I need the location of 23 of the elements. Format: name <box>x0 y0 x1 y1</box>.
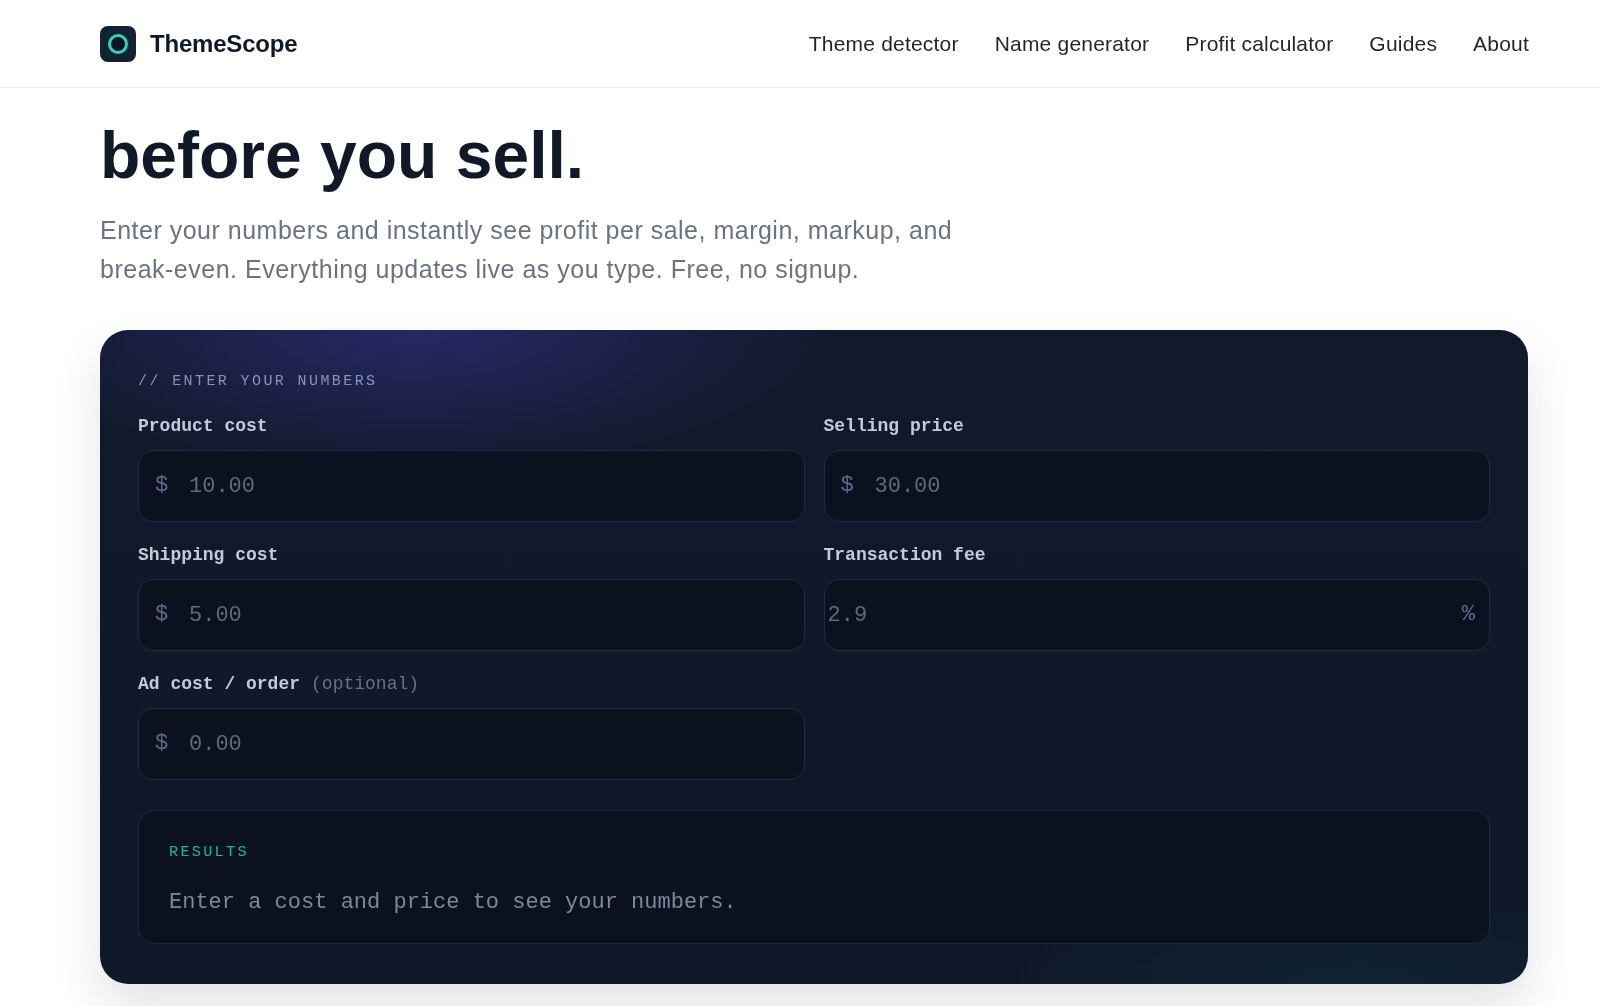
nav-link[interactable]: About <box>1473 31 1529 56</box>
percent-symbol: % <box>1461 602 1475 628</box>
subtitle-text: Enter your numbers and instantly see profit per sale, margin, markup, and break-even. Everything updates live as you type. Free, no signup. <box>100 215 954 285</box>
currency-symbol: $ <box>155 731 169 757</box>
headline-text: before you sell. <box>100 118 585 193</box>
nav-link[interactable]: Guides <box>1369 31 1438 56</box>
currency-symbol: $ <box>155 602 169 628</box>
results-message: Enter a cost and price to see your numbers. <box>169 889 737 917</box>
optional-note: (optional) <box>311 673 420 695</box>
nav-link[interactable]: Theme detector <box>808 31 959 56</box>
results-heading: RESULTS <box>169 843 249 863</box>
brand-name: ThemeScope <box>150 29 298 58</box>
field-label: Shipping cost <box>138 544 279 566</box>
nav-link[interactable]: Profit calculator <box>1185 31 1334 56</box>
field-label: Transaction fee <box>823 544 986 566</box>
nav-link[interactable]: Name generator <box>994 31 1150 56</box>
currency-symbol: $ <box>840 473 854 499</box>
field-label: Ad cost / order <box>138 673 301 695</box>
currency-symbol: $ <box>155 473 169 499</box>
field-label: Selling price <box>823 415 964 437</box>
field-label: Product cost <box>138 415 268 437</box>
section-label: // ENTER YOUR NUMBERS <box>138 372 378 392</box>
logo-icon <box>100 25 136 62</box>
